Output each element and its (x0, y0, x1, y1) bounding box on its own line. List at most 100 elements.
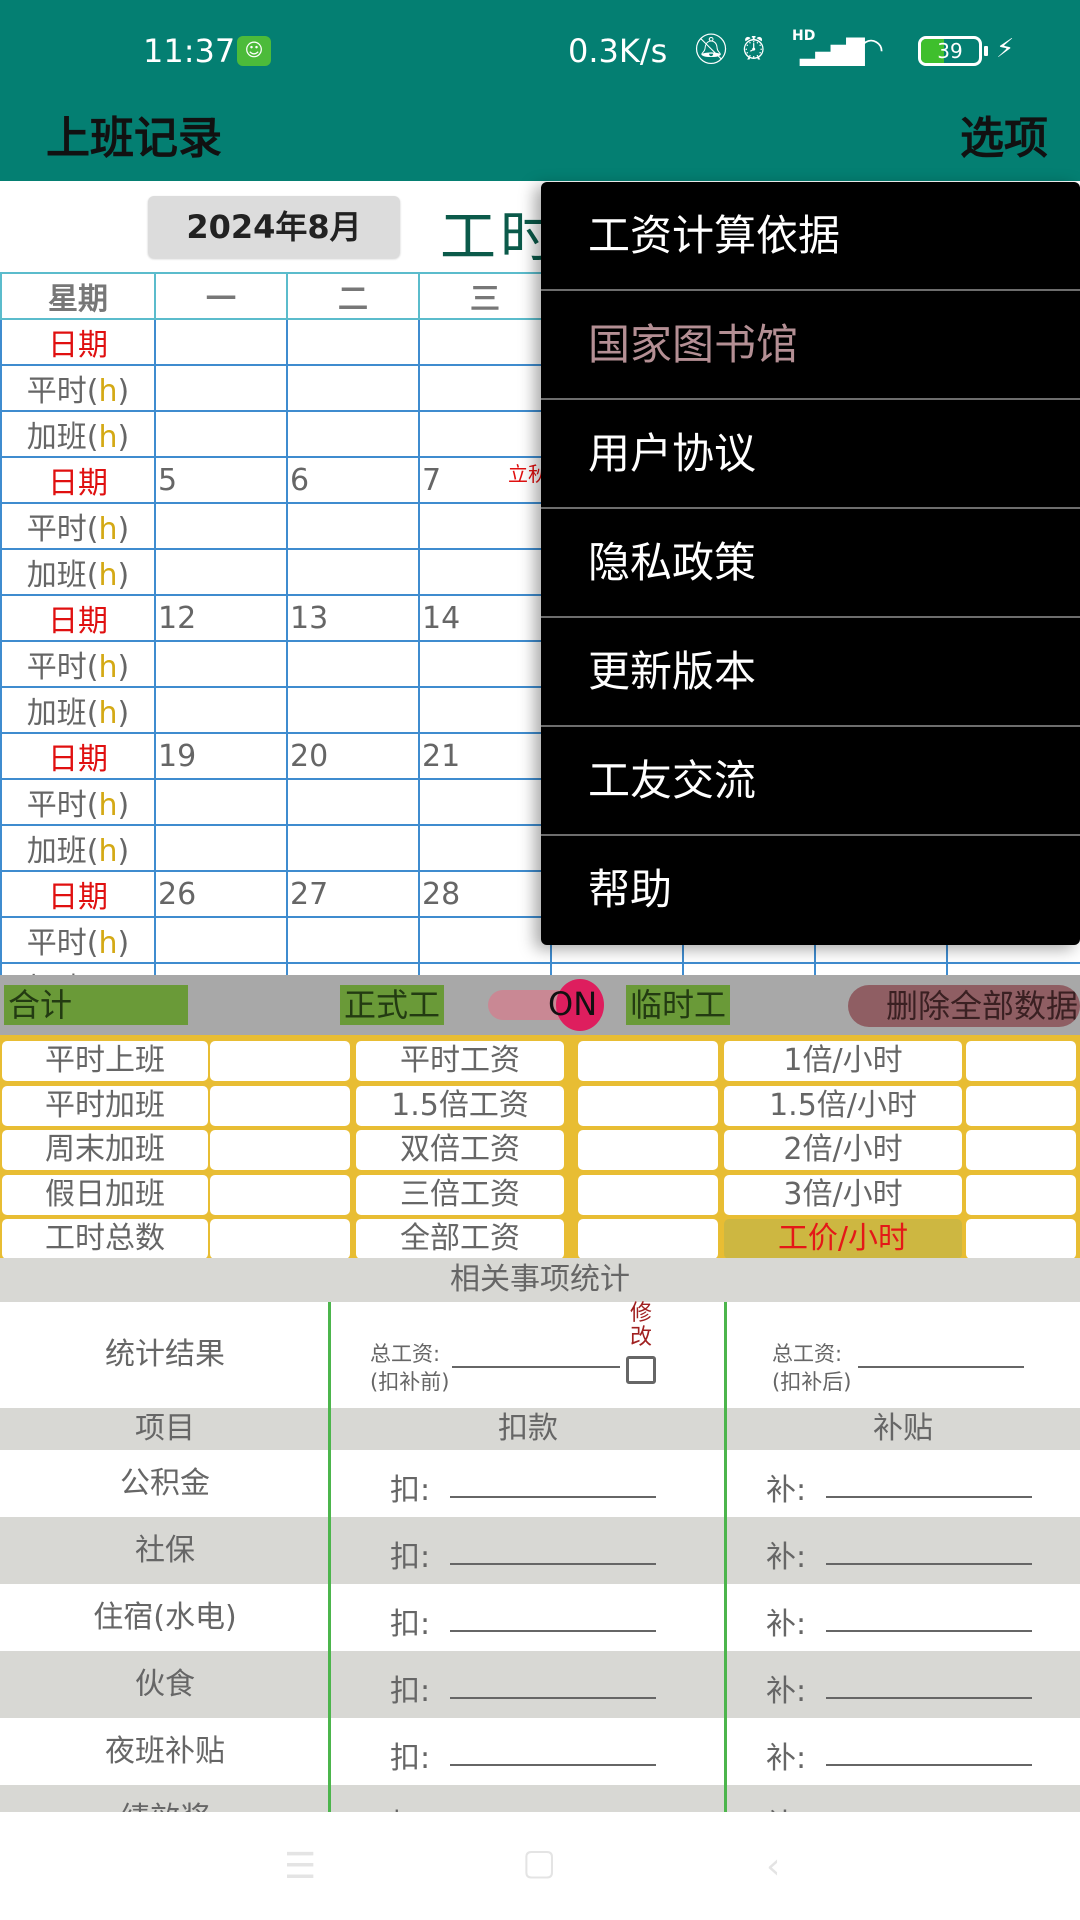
date-number: 26 (158, 876, 197, 912)
date-number: 14 (422, 600, 461, 636)
overtime-hours-cell[interactable] (286, 410, 420, 458)
wage-value-cell[interactable] (578, 1085, 718, 1126)
date-cell[interactable]: 5 (154, 456, 288, 504)
date-row-label: 日期 (0, 456, 156, 504)
subsidy-field[interactable] (826, 1630, 1032, 1632)
total-after-field[interactable] (858, 1366, 1024, 1368)
date-cell[interactable]: 26 (154, 870, 288, 918)
date-cell[interactable]: 7 立秋 (418, 456, 552, 504)
regular-hours-cell[interactable] (418, 916, 552, 964)
deduct-field[interactable] (450, 1764, 656, 1766)
date-cell[interactable]: 12 (154, 594, 288, 642)
wage-value-cell[interactable] (578, 1130, 718, 1170)
deduct-field[interactable] (450, 1496, 656, 1498)
date-cell[interactable]: 19 (154, 732, 288, 780)
date-cell[interactable]: 21 (418, 732, 552, 780)
deduct-prefix: 扣: (390, 1741, 431, 1776)
regular-hours-cell[interactable] (154, 640, 288, 688)
overtime-hours-label: 加班(h) (0, 548, 156, 596)
date-cell[interactable] (418, 318, 552, 366)
wage-value-cell[interactable] (966, 1174, 1076, 1215)
wage-label-cell: 双倍工资 (356, 1130, 564, 1170)
overtime-hours-cell[interactable] (418, 824, 552, 872)
wage-label-cell: 3倍/小时 (724, 1174, 962, 1215)
wage-value-cell[interactable] (210, 1219, 350, 1259)
wage-label-cell: 1.5倍/小时 (724, 1085, 962, 1126)
home-icon[interactable]: ▢ (522, 1842, 556, 1883)
subsidy-field[interactable] (826, 1496, 1032, 1498)
date-cell[interactable] (286, 318, 420, 366)
formal-worker-label: 正式工 (340, 985, 445, 1025)
options-menu-button[interactable]: 选项 (960, 102, 1048, 166)
menu-item-1[interactable]: 国家图书馆 (541, 291, 1080, 400)
date-cell[interactable]: 13 (286, 594, 420, 642)
date-number: 13 (290, 600, 329, 636)
regular-hours-cell[interactable] (154, 502, 288, 550)
regular-hours-cell[interactable] (286, 640, 420, 688)
subsidy-field[interactable] (826, 1697, 1032, 1699)
date-cell[interactable]: 20 (286, 732, 420, 780)
wage-value-cell[interactable] (210, 1085, 350, 1126)
regular-hours-label: 平时(h) (0, 778, 156, 826)
date-cell[interactable] (154, 318, 288, 366)
overtime-hours-cell[interactable] (154, 824, 288, 872)
regular-hours-cell[interactable] (418, 502, 552, 550)
wage-label-cell: 全部工资 (356, 1219, 564, 1259)
overtime-hours-cell[interactable] (286, 686, 420, 734)
subsidy-field[interactable] (826, 1764, 1032, 1766)
regular-hours-cell[interactable] (154, 778, 288, 826)
edit-checkbox[interactable] (626, 1356, 656, 1384)
overtime-hours-cell[interactable] (154, 548, 288, 596)
wage-value-cell[interactable] (966, 1041, 1076, 1081)
wage-value-cell[interactable] (966, 1219, 1076, 1259)
overtime-hours-cell[interactable] (286, 824, 420, 872)
date-cell[interactable]: 27 (286, 870, 420, 918)
regular-hours-cell[interactable] (418, 640, 552, 688)
overtime-hours-cell[interactable] (418, 686, 552, 734)
menu-icon[interactable]: ☰ (284, 1846, 316, 1887)
total-before-field[interactable] (452, 1366, 620, 1368)
battery-tip (984, 46, 988, 56)
delete-all-data-button[interactable]: 删除全部数据 (848, 985, 1080, 1027)
deduct-field[interactable] (450, 1563, 656, 1565)
regular-hours-cell[interactable] (286, 364, 420, 412)
wage-value-cell[interactable] (210, 1174, 350, 1215)
menu-item-0[interactable]: 工资计算依据 (541, 182, 1080, 291)
regular-hours-cell[interactable] (286, 916, 420, 964)
stats-item-label: 社保 (135, 1533, 195, 1568)
menu-item-4[interactable]: 更新版本 (541, 618, 1080, 727)
overtime-hours-cell[interactable] (154, 410, 288, 458)
wage-value-cell[interactable] (966, 1085, 1076, 1126)
date-cell[interactable]: 6 (286, 456, 420, 504)
menu-item-5[interactable]: 工友交流 (541, 727, 1080, 836)
deduct-prefix: 扣: (390, 1607, 431, 1642)
month-picker-button[interactable]: 2024年8月 (148, 196, 400, 258)
regular-hours-cell[interactable] (286, 778, 420, 826)
wage-value-cell[interactable] (578, 1174, 718, 1215)
back-icon[interactable]: ‹ (766, 1846, 780, 1887)
regular-hours-cell[interactable] (154, 916, 288, 964)
deduct-field[interactable] (450, 1630, 656, 1632)
overtime-hours-cell[interactable] (286, 548, 420, 596)
wage-label-cell: 2倍/小时 (724, 1130, 962, 1170)
wage-value-cell[interactable] (210, 1130, 350, 1170)
wage-value-cell[interactable] (578, 1041, 718, 1081)
regular-hours-cell[interactable] (418, 778, 552, 826)
date-cell[interactable]: 14 (418, 594, 552, 642)
overtime-hours-cell[interactable] (154, 686, 288, 734)
overtime-hours-cell[interactable] (418, 410, 552, 458)
wage-value-cell[interactable] (578, 1219, 718, 1259)
wage-value-cell[interactable] (210, 1041, 350, 1081)
regular-hours-cell[interactable] (154, 364, 288, 412)
regular-hours-cell[interactable] (286, 502, 420, 550)
menu-item-3[interactable]: 隐私政策 (541, 509, 1080, 618)
subsidy-field[interactable] (826, 1563, 1032, 1565)
charging-icon: ⚡︎ (996, 34, 1015, 64)
menu-item-2[interactable]: 用户协议 (541, 400, 1080, 509)
menu-item-6[interactable]: 帮助 (541, 836, 1080, 945)
overtime-hours-cell[interactable] (418, 548, 552, 596)
date-cell[interactable]: 28 (418, 870, 552, 918)
wage-value-cell[interactable] (966, 1130, 1076, 1170)
deduct-field[interactable] (450, 1697, 656, 1699)
regular-hours-cell[interactable] (418, 364, 552, 412)
